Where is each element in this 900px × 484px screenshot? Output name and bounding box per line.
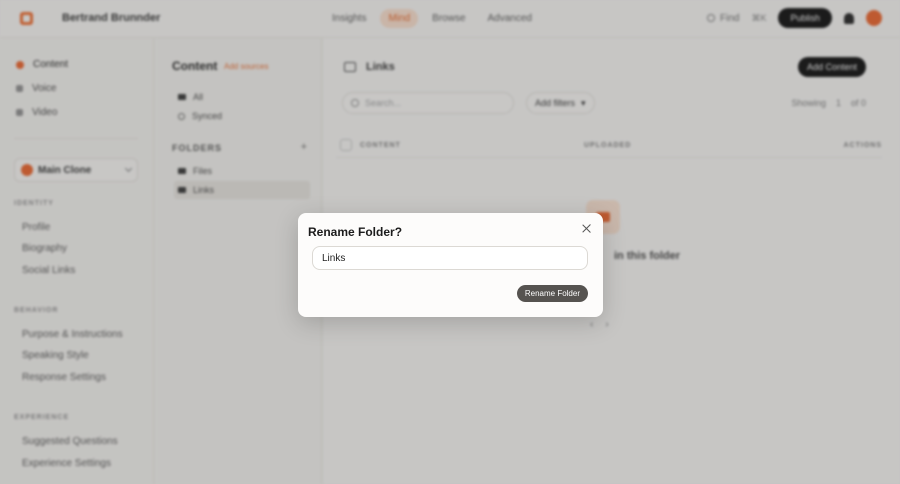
rename-folder-button[interactable]: Rename Folder [516, 285, 588, 302]
folder-name-input[interactable] [312, 246, 588, 270]
close-icon[interactable] [580, 222, 594, 236]
rename-folder-dialog: Rename Folder? Rename Folder [298, 213, 603, 317]
dialog-title: Rename Folder? [308, 225, 403, 239]
